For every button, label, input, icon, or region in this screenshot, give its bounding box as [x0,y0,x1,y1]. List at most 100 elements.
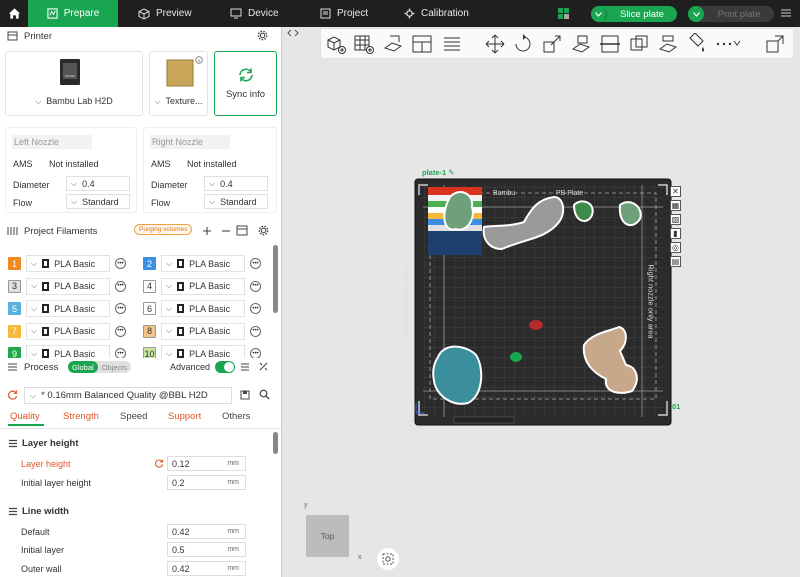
printer-selector[interactable]: ⌵ Bambu Lab H2D [5,51,143,116]
more-options-icon[interactable]: ••• [250,280,261,292]
filament-scrollbar[interactable] [273,245,278,313]
plate-name[interactable]: plate-1 ✎ [422,168,455,177]
layer-height-input[interactable]: 0.12 mm [167,456,246,471]
filament-select[interactable]: ⌵ PLA Basic [161,300,245,317]
tab-others[interactable]: Others [222,411,251,422]
print-plate-button[interactable]: Print plate [688,6,774,22]
3d-canvas[interactable]: plate-1 ✎ Bambu PB Plate Left nozzle onl… [282,27,800,577]
rotate-icon[interactable] [512,33,534,55]
more-options-icon[interactable]: ••• [115,280,126,292]
left-flow-select[interactable]: ⌵ Standard [66,194,130,209]
add-object-icon[interactable] [325,33,347,55]
filament-select[interactable]: ⌵ PLA Basic [161,277,245,295]
save-icon[interactable] [240,390,250,400]
arrange-icon[interactable] [411,33,433,55]
slice-dropdown[interactable] [591,6,607,22]
lay-on-face-icon[interactable] [570,33,592,55]
tab-quality[interactable]: Quality [10,411,40,422]
list-icon[interactable] [240,362,250,372]
reset-icon[interactable] [155,459,164,468]
left-diameter-select[interactable]: ⌵ 0.4 [66,176,130,191]
filament-select[interactable]: ⌵ PLA Basic [161,255,245,272]
move-icon[interactable] [484,33,506,55]
default-width-input[interactable]: 0.42 mm [167,524,246,539]
more-options-icon[interactable]: ••• [250,325,261,337]
chevron-down-icon[interactable] [732,38,742,48]
reset-icon[interactable] [8,390,18,400]
filament-select[interactable]: ⌵ PLA Basic [26,277,110,295]
compare-icon[interactable] [258,361,269,372]
more-options-icon[interactable]: ••• [115,258,126,269]
view-cube[interactable]: Top [306,515,349,557]
menu-icon[interactable] [780,7,792,19]
more-options-icon[interactable]: ••• [115,303,126,314]
filament-color-swatch[interactable]: 7 [8,324,21,338]
gear-icon[interactable] [257,30,268,41]
filament-color-swatch[interactable]: 2 [143,257,156,270]
multi-device-icon[interactable] [558,8,569,19]
filament-select[interactable]: ⌵ PLA Basic [26,322,110,340]
settings-scrollbar[interactable] [273,432,278,454]
arrange-plate-icon[interactable]: ▦ [670,200,681,211]
lock-icon[interactable]: ▮ [670,228,681,239]
purging-volumes-button[interactable]: Purging volumes [134,224,193,235]
add-plate-icon[interactable] [353,33,375,55]
build-plate[interactable] [414,167,674,427]
remove-icon[interactable] [221,226,231,236]
toggle-global[interactable]: Global [68,361,98,373]
global-objects-toggle[interactable]: Global Objects [68,361,132,373]
filament-color-swatch[interactable]: 8 [143,324,156,338]
collapse-panel-icon[interactable] [287,28,299,38]
plate-type-selector[interactable]: ⌵ Texture... [149,51,208,116]
tab-support[interactable]: Support [168,411,201,422]
filament-color-swatch[interactable]: 5 [8,302,21,315]
close-icon[interactable]: ✕ [670,186,681,197]
outer-wall-width-input[interactable]: 0.42 mm [167,561,246,576]
initial-layer-width-input[interactable]: 0.5 mm [167,542,246,557]
cut-icon[interactable] [599,33,621,55]
process-preset-select[interactable]: ⌵ * 0.16mm Balanced Quality @BBL H2D [24,387,232,404]
color-paint-icon[interactable] [686,33,708,55]
sync-info-button[interactable]: Sync info [214,51,277,116]
filament-color-swatch[interactable]: 6 [143,302,156,315]
right-flow-select[interactable]: ⌵ Standard [204,194,268,209]
advanced-switch[interactable] [215,361,235,373]
tab-strength[interactable]: Strength [63,411,99,422]
tab-speed[interactable]: Speed [120,411,147,422]
filament-color-swatch[interactable]: 3 [8,279,21,293]
info-icon[interactable] [195,56,203,64]
add-icon[interactable] [202,226,212,236]
search-icon[interactable] [259,389,270,400]
filament-color-swatch[interactable]: 4 [143,279,156,293]
home-button[interactable] [0,0,28,27]
right-diameter-select[interactable]: ⌵ 0.4 [204,176,268,191]
settings-icon[interactable]: ◎ [670,242,681,253]
tab-calibration[interactable]: Calibration [404,0,469,27]
scale-icon[interactable] [541,33,563,55]
filament-select[interactable]: ⌵ PLA Basic [26,255,110,272]
tab-project[interactable]: Project [320,0,368,27]
gear-icon[interactable] [258,225,269,236]
edit-icon[interactable]: ✎ [448,168,454,177]
print-dropdown[interactable] [688,6,704,22]
slice-plate-button[interactable]: Slice plate [591,6,677,22]
orient-plate-icon[interactable]: ▧ [670,214,681,225]
tab-device[interactable]: Device [230,0,279,27]
orient-icon[interactable] [382,33,404,55]
toggle-objects[interactable]: Objects [98,361,131,373]
assembly-view-icon[interactable] [764,33,786,55]
support-paint-icon[interactable] [657,33,679,55]
boolean-icon[interactable] [628,33,650,55]
edit-filament-icon[interactable] [236,225,248,236]
filament-select[interactable]: ⌵ PLA Basic [26,300,110,317]
more-options-icon[interactable]: ••• [115,325,126,337]
filament-select[interactable]: ⌵ PLA Basic [161,322,245,340]
object-list-icon[interactable]: ▤ [670,256,681,267]
tab-preview[interactable]: Preview [138,0,192,27]
split-icon[interactable] [441,33,463,55]
more-options-icon[interactable]: ••• [250,258,261,269]
initial-layer-height-input[interactable]: 0.2 mm [167,475,246,490]
filament-color-swatch[interactable]: 1 [8,257,21,270]
more-options-icon[interactable]: ••• [250,303,261,314]
camera-view-button[interactable] [377,548,399,570]
